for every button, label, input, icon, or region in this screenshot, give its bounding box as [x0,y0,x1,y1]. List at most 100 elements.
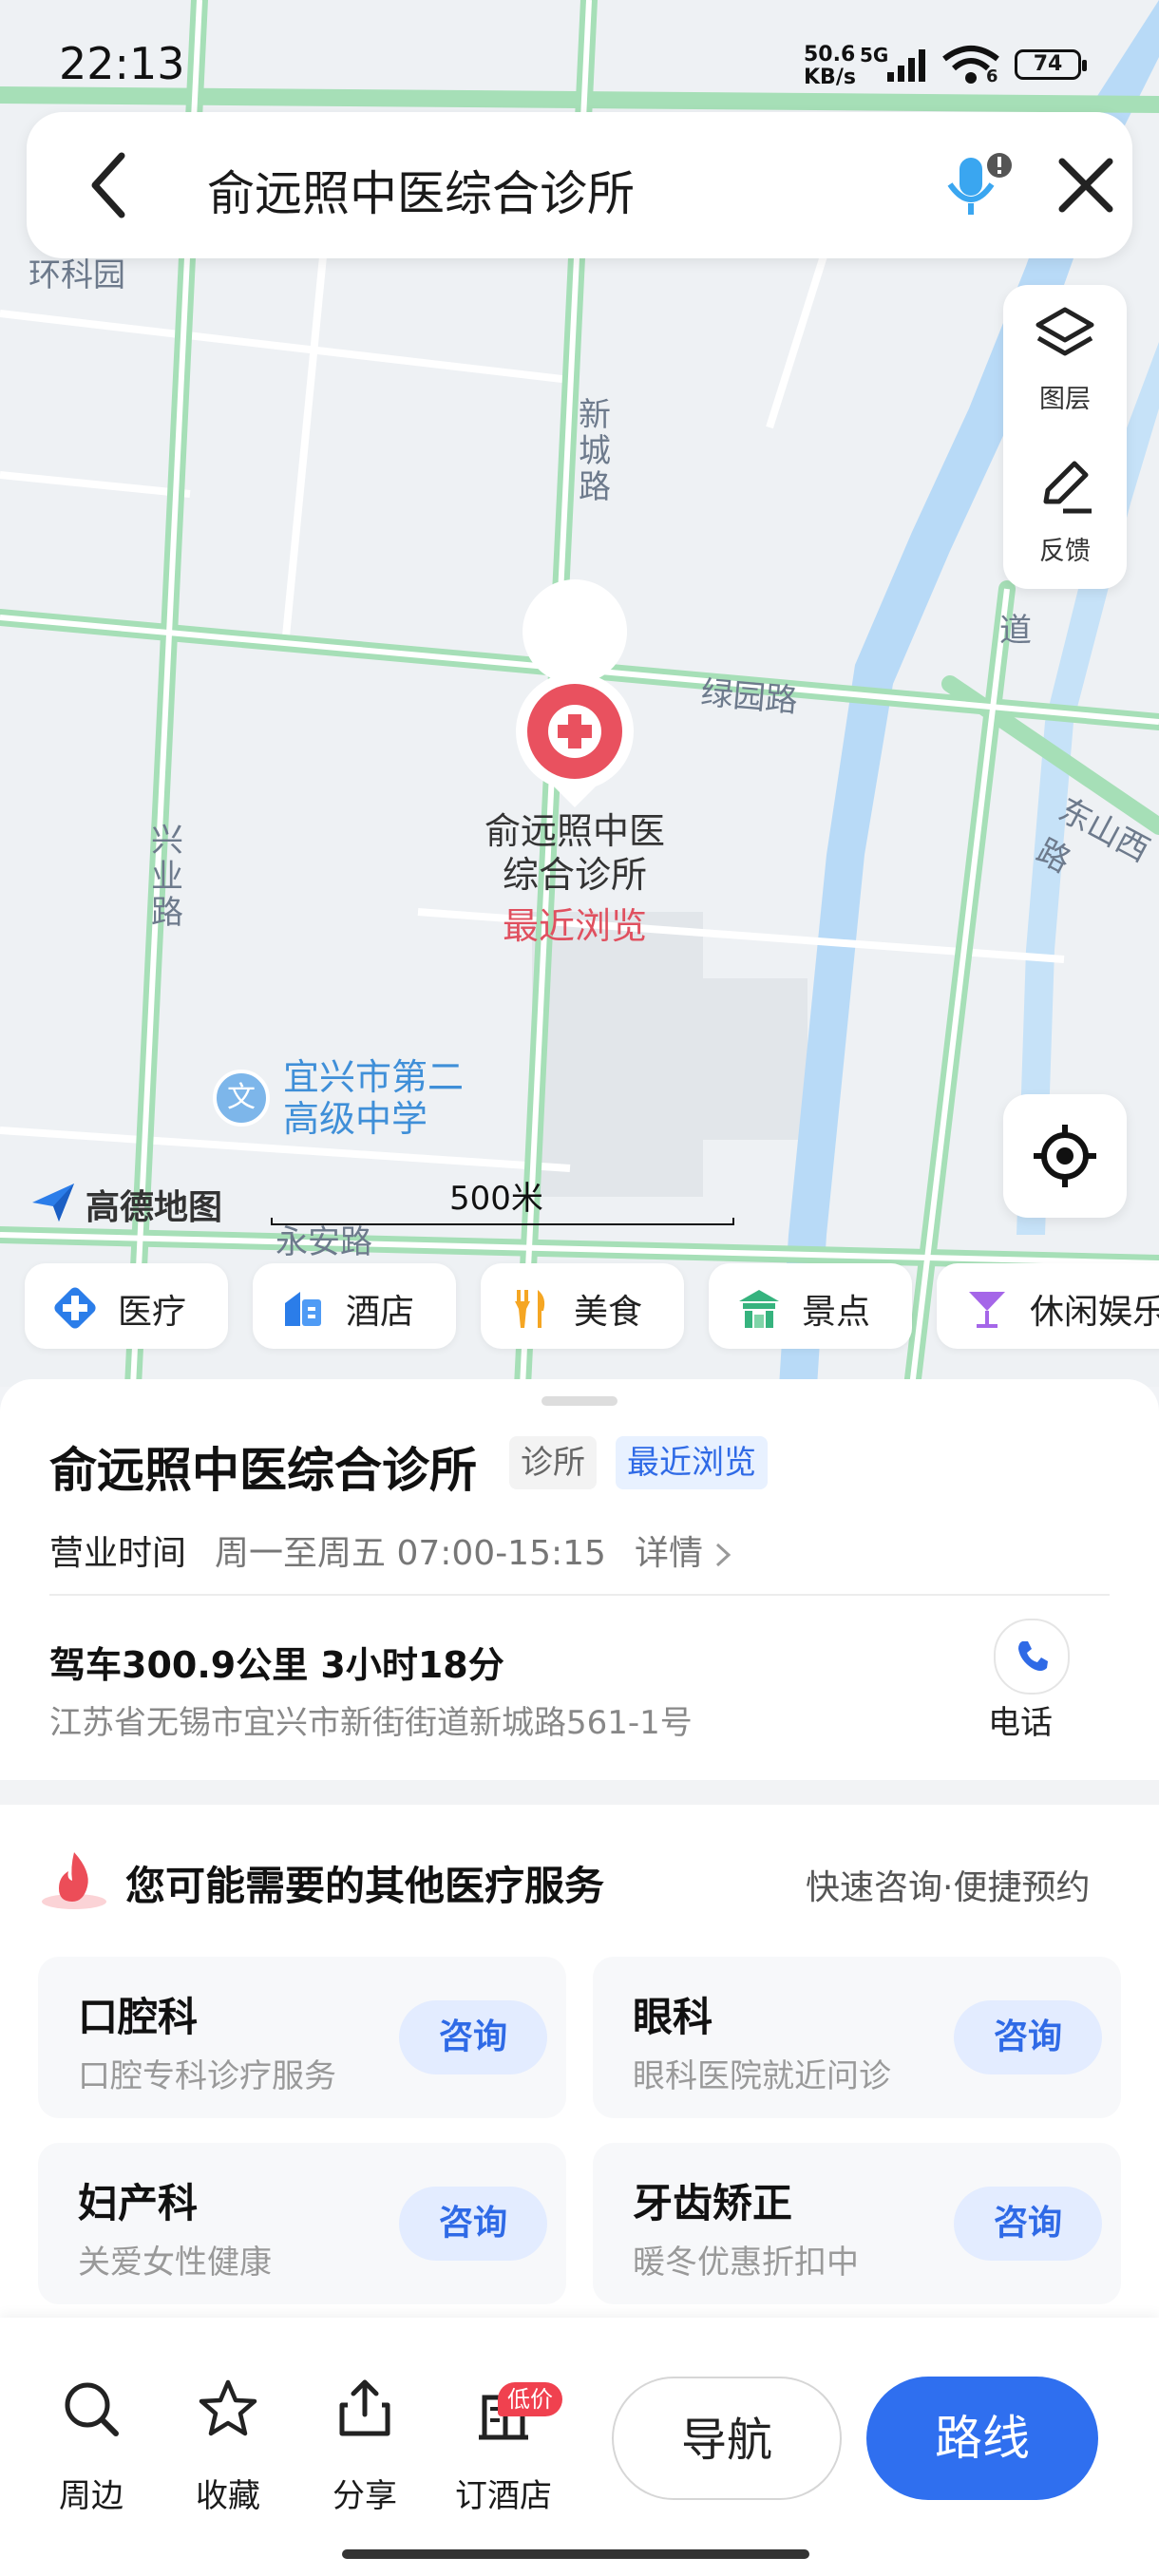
service-name: 口腔科 [78,1994,199,2040]
feedback-button[interactable]: 反馈 [1003,456,1127,579]
voice-search-icon[interactable] [940,148,1015,222]
signal-icon [887,49,925,82]
poi-label[interactable]: 俞远照中医 综合诊所 [456,809,694,897]
drive-info: 驾车300.9公里 3小时18分 [49,1644,504,1686]
chip-hotel-label: 酒店 [346,1293,415,1332]
locate-me-button[interactable] [1003,1094,1127,1218]
navigate-button[interactable]: 导航 [612,2377,842,2500]
divider [49,1594,1110,1596]
search-icon [65,2382,119,2436]
hours-value: 周一至周五 07:00-15:15 [215,1534,606,1573]
edit-feedback-icon [1043,461,1092,514]
share-icon [339,2379,390,2436]
section-gap [0,1780,1159,1805]
service-desc: 关爱女性健康 [78,2244,272,2282]
nearby-button[interactable]: 周边 [34,2375,148,2515]
school-name-line1: 宜兴市第二 [283,1056,465,1098]
flame-icon [42,1852,106,1909]
hours-label: 营业时间 [49,1534,187,1573]
search-query[interactable]: 俞远照中医综合诊所 [207,156,635,224]
service-desc: 暖冬优惠折扣中 [633,2244,859,2282]
nearby-label: 周边 [59,2477,124,2515]
poi-marker[interactable] [516,579,634,807]
service-card-eye[interactable]: 眼科 眼科医院就近问诊 咨询 [593,1957,1121,2118]
services-subtitle: 快速咨询·便捷预约 [806,1868,1091,1907]
amap-logo: 高德地图 [86,1188,223,1227]
star-icon [199,2379,257,2436]
service-card-orthodontics[interactable]: 牙齿矫正 暖冬优惠折扣中 咨询 [593,2143,1121,2304]
service-name: 眼科 [633,1994,713,2040]
service-name: 牙齿矫正 [633,2180,793,2226]
service-card-dental[interactable]: 口腔科 口腔专科诊疗服务 咨询 [38,1957,566,2118]
service-card-obgyn[interactable]: 妇产科 关爱女性健康 咨询 [38,2143,566,2304]
service-desc: 眼科医院就近问诊 [633,2057,891,2095]
school-icon[interactable]: 文 [213,1070,270,1127]
services-title: 您可能需要的其他医疗服务 [125,1863,605,1909]
recent-view-tag: 最近浏览 [616,1436,768,1489]
back-icon[interactable] [84,150,141,220]
crosshair-icon [1034,1125,1096,1187]
chip-hotel[interactable]: 酒店 [253,1263,456,1349]
consult-button[interactable]: 咨询 [399,2000,547,2074]
chip-medical-label: 医疗 [118,1293,187,1332]
favorite-label: 收藏 [196,2477,260,2515]
sheet-drag-handle[interactable] [542,1396,618,1406]
service-name: 妇产科 [78,2180,199,2226]
detail-label: 详情 [635,1534,704,1573]
poi-name-line1: 俞远照中医 [484,810,665,852]
search-bar[interactable]: 俞远照中医综合诊所 [27,112,1132,258]
phone-button[interactable] [994,1619,1070,1695]
network-speed: 50.6 KB/s [804,44,856,89]
network-speed-unit: KB/s [804,66,856,89]
medical-cross-icon [54,1287,96,1329]
school-label[interactable]: 宜兴市第二 高级中学 [283,1056,464,1140]
route-button[interactable]: 路线 [866,2377,1098,2500]
phone-label: 电话 [988,1704,1053,1742]
phone-icon [1018,1641,1048,1671]
map-tools-panel: 图层 反馈 [1003,285,1127,589]
road-label-dao: 道 [999,612,1032,650]
status-time: 22:13 [59,38,185,89]
network-type: 5G [860,44,889,66]
chip-attraction-label: 景点 [802,1293,871,1332]
low-price-badge: 低价 [498,2382,562,2416]
consult-button[interactable]: 咨询 [954,2187,1102,2261]
chip-leisure-label: 休闲娱乐 [1030,1293,1159,1332]
chevron-right-icon [716,1543,732,1567]
status-bar: 22:13 50.6 KB/s 5G 6 74 [0,0,1159,114]
attraction-icon [739,1290,779,1328]
service-desc: 口腔专科诊疗服务 [78,2057,336,2095]
consult-button[interactable]: 咨询 [954,2000,1102,2074]
share-button[interactable]: 分享 [308,2375,422,2515]
amap-logo-icon [32,1184,74,1222]
place-title: 俞远照中医综合诊所 [49,1443,477,1498]
consult-button[interactable]: 咨询 [399,2187,547,2261]
place-type-tag: 诊所 [509,1436,597,1489]
address: 江苏省无锡市宜兴市新街街道新城路561-1号 [49,1704,693,1742]
category-chips: 医疗 酒店 美食 景点 休闲娱乐 [0,1263,1159,1349]
chip-leisure[interactable]: 休闲娱乐 [937,1263,1159,1349]
chip-food[interactable]: 美食 [481,1263,684,1349]
road-label-lvyuan: 绿园路 [699,673,800,721]
share-label: 分享 [332,2477,397,2515]
network-speed-value: 50.6 [804,43,856,66]
scale-bar [271,1218,734,1225]
cocktail-icon [969,1292,1005,1328]
favorite-button[interactable]: 收藏 [171,2375,285,2515]
chip-medical[interactable]: 医疗 [25,1263,228,1349]
battery-indicator: 74 [1015,49,1087,80]
layers-icon [1036,307,1094,356]
home-indicator[interactable] [342,2549,809,2559]
road-label-xincheng: 新城路 [579,396,611,506]
hours-detail-link[interactable]: 详情 [635,1525,732,1575]
signal-sub: 6 [986,66,998,86]
layers-button[interactable]: 图层 [1003,304,1127,427]
book-hotel-label: 订酒店 [455,2477,552,2515]
scale-label: 500米 [449,1180,543,1218]
chip-attraction[interactable]: 景点 [709,1263,912,1349]
school-name-line2: 高级中学 [283,1098,428,1140]
chip-food-label: 美食 [574,1293,643,1332]
road-label-xingye: 兴业路 [151,822,183,932]
feedback-label: 反馈 [1039,537,1091,566]
close-icon[interactable] [1054,154,1117,217]
